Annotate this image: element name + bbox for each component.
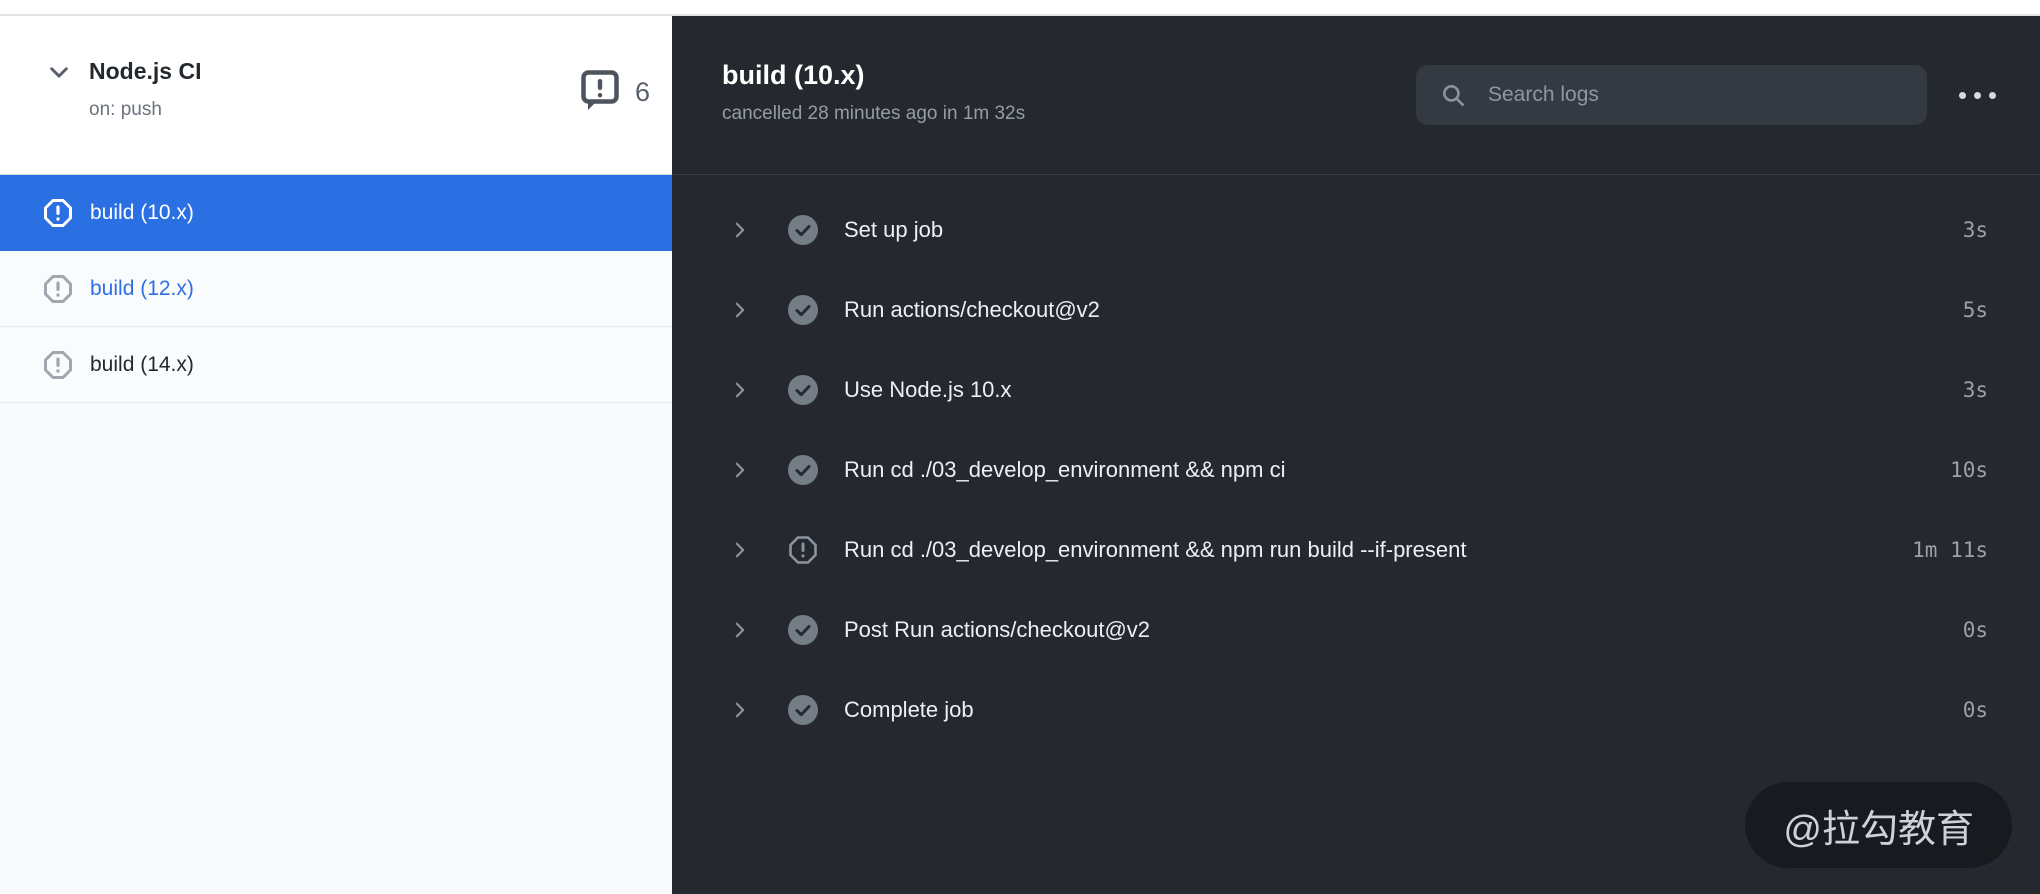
cancelled-octagon-icon (788, 535, 818, 565)
job-status-line: cancelled 28 minutes ago in 1m 32s (722, 103, 1025, 125)
step-row[interactable]: Set up job 3s (672, 190, 2040, 270)
stop-octagon-icon (43, 198, 73, 228)
watermark-text: @拉勾教育 (1783, 798, 1974, 853)
step-name: Run cd ./03_develop_environment && npm c… (844, 457, 1285, 483)
step-row[interactable]: Run actions/checkout@v2 5s (672, 270, 2040, 350)
annotations-badge[interactable]: 6 (581, 70, 650, 114)
job-list-item[interactable]: build (10.x) (0, 175, 672, 251)
step-duration: 3s (1963, 218, 1988, 242)
check-circle-icon (788, 695, 818, 725)
check-circle-icon (788, 375, 818, 405)
step-row[interactable]: Use Node.js 10.x 3s (672, 350, 2040, 430)
step-name: Post Run actions/checkout@v2 (844, 617, 1150, 643)
more-options-button[interactable] (1957, 82, 1998, 109)
step-name: Complete job (844, 697, 974, 723)
jobs-sidebar: Node.js CI on: push 6 (0, 18, 672, 894)
chevron-right-icon[interactable] (730, 460, 750, 480)
job-label: build (14.x) (90, 353, 194, 377)
chevron-right-icon[interactable] (730, 380, 750, 400)
step-row[interactable]: Run cd ./03_develop_environment && npm c… (672, 430, 2040, 510)
step-duration: 10s (1950, 458, 1988, 482)
annotation-alert-icon (581, 70, 619, 114)
step-duration: 0s (1963, 618, 1988, 642)
step-list: Set up job 3s (672, 175, 2040, 750)
chevron-right-icon[interactable] (730, 620, 750, 640)
step-duration: 1m 11s (1912, 538, 1988, 562)
workflow-trigger: on: push (89, 99, 650, 121)
watermark-badge: @拉勾教育 (1745, 782, 2012, 868)
step-name: Run cd ./03_develop_environment && npm r… (844, 537, 1466, 563)
page-top-strip (0, 0, 2040, 16)
workflow-run-page: Node.js CI on: push 6 (0, 0, 2040, 894)
step-row[interactable]: Run cd ./03_develop_environment && npm r… (672, 510, 2040, 590)
chevron-right-icon[interactable] (730, 700, 750, 720)
check-circle-icon (788, 455, 818, 485)
workflow-name: Node.js CI (89, 58, 201, 85)
job-label: build (12.x) (90, 277, 194, 301)
step-name: Run actions/checkout@v2 (844, 297, 1100, 323)
stop-octagon-icon (43, 274, 73, 304)
job-label: build (10.x) (90, 201, 194, 225)
stop-octagon-icon (43, 350, 73, 380)
job-list: build (10.x) build (12.x) (0, 175, 672, 403)
log-panel: build (10.x) cancelled 28 minutes ago in… (672, 16, 2040, 894)
search-logs-input[interactable] (1488, 83, 1907, 107)
check-circle-icon (788, 295, 818, 325)
chevron-right-icon[interactable] (730, 220, 750, 240)
annotation-count: 6 (635, 77, 650, 108)
search-icon (1440, 82, 1466, 108)
job-title: build (10.x) (722, 60, 1025, 91)
step-name: Use Node.js 10.x (844, 377, 1012, 403)
search-logs-box (1416, 65, 1927, 125)
job-list-item[interactable]: build (12.x) (0, 251, 672, 327)
step-duration: 0s (1963, 698, 1988, 722)
check-circle-icon (788, 615, 818, 645)
log-panel-header: build (10.x) cancelled 28 minutes ago in… (672, 16, 2040, 175)
chevron-right-icon[interactable] (730, 300, 750, 320)
job-list-item[interactable]: build (14.x) (0, 327, 672, 403)
check-circle-icon (788, 215, 818, 245)
chevron-down-icon[interactable] (46, 59, 72, 85)
step-duration: 3s (1963, 378, 1988, 402)
workflow-header: Node.js CI on: push 6 (0, 18, 672, 175)
step-duration: 5s (1963, 298, 1988, 322)
step-row[interactable]: Complete job 0s (672, 670, 2040, 750)
step-row[interactable]: Post Run actions/checkout@v2 0s (672, 590, 2040, 670)
chevron-right-icon[interactable] (730, 540, 750, 560)
step-name: Set up job (844, 217, 943, 243)
